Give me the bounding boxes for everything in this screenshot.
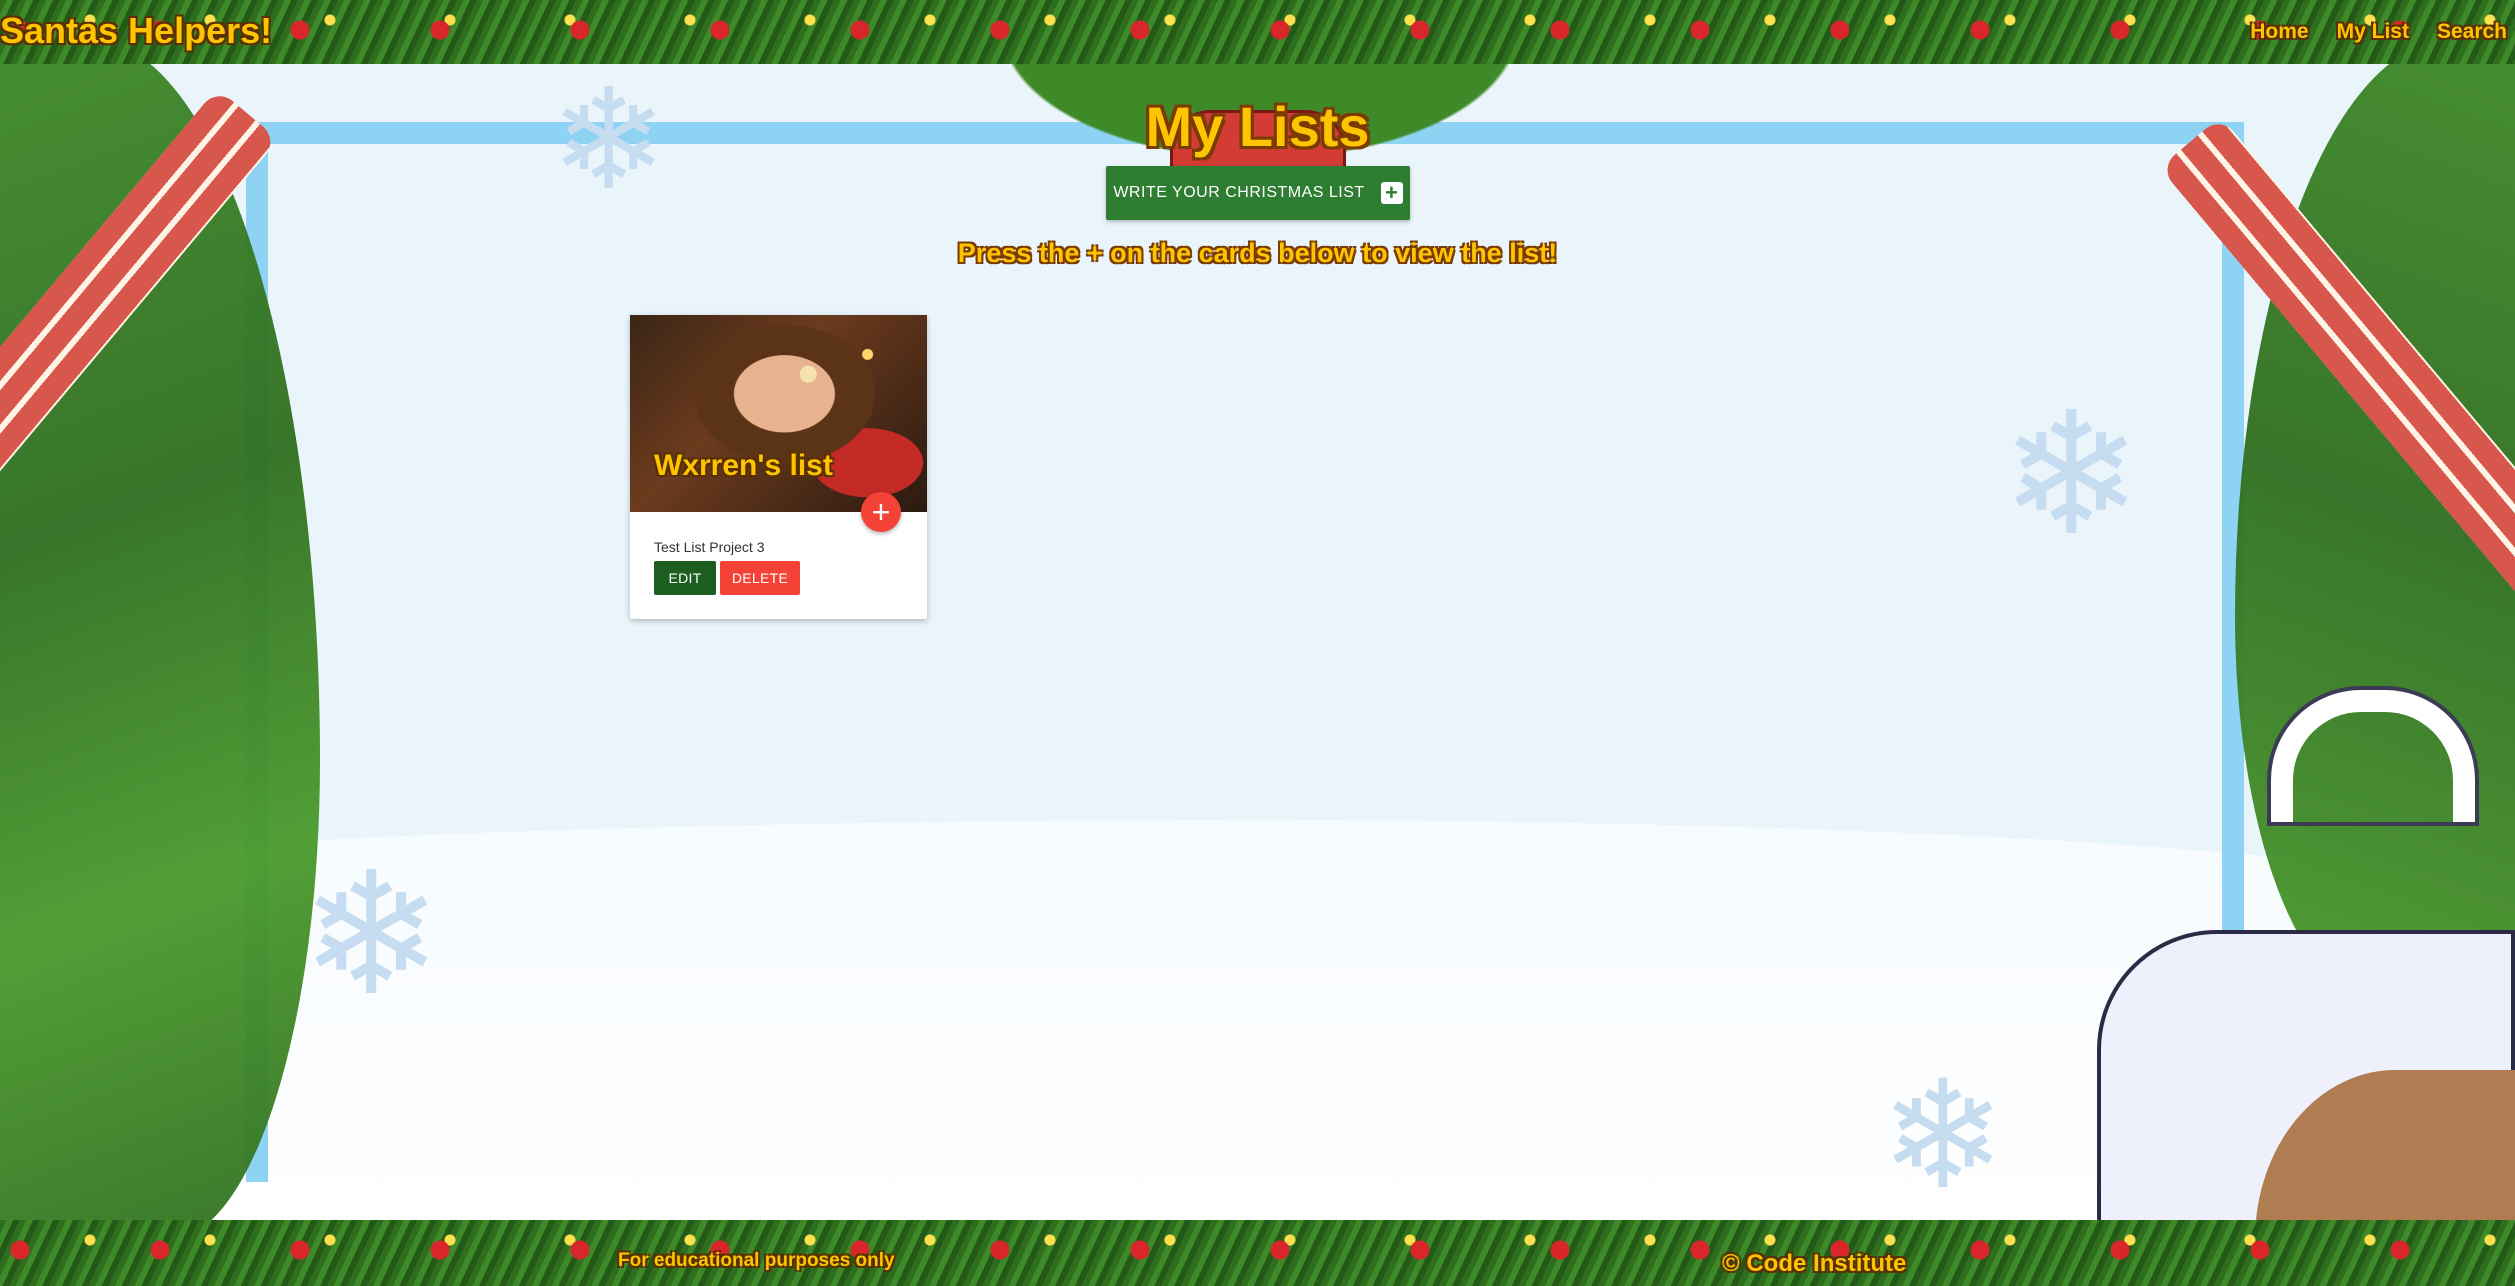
edit-button[interactable]: EDIT — [654, 561, 716, 595]
main-content: My Lists WRITE YOUR CHRISTMAS LIST + Pre… — [0, 64, 2515, 1220]
top-navbar: Santas Helpers! Home My List Search — [0, 0, 2515, 64]
list-card-description: Test List Project 3 — [654, 539, 765, 555]
view-list-button[interactable]: + — [861, 492, 901, 532]
list-card-title: Wxrren's list — [654, 449, 833, 482]
plus-icon: + — [871, 494, 891, 530]
footer-copyright: © Code Institute — [1722, 1250, 1907, 1277]
nav-home[interactable]: Home — [2250, 20, 2308, 44]
footer: For educational purposes only © Code Ins… — [0, 1220, 2515, 1286]
delete-button[interactable]: DELETE — [720, 561, 800, 595]
brand-logo[interactable]: Santas Helpers! — [0, 10, 272, 52]
write-christmas-list-button[interactable]: WRITE YOUR CHRISTMAS LIST + — [1106, 166, 1410, 220]
instruction-text: Press the + on the cards below to view t… — [957, 238, 1558, 268]
list-card-image: Wxrren's list — [630, 315, 927, 512]
page-title: My Lists — [1145, 95, 1370, 158]
nav-links: Home My List Search — [2250, 20, 2507, 44]
nav-my-list[interactable]: My List — [2337, 20, 2409, 44]
list-card: Wxrren's list + Test List Project 3 EDIT… — [630, 315, 927, 619]
nav-search[interactable]: Search — [2437, 20, 2507, 44]
list-card-actions: EDIT DELETE — [654, 561, 800, 595]
footer-disclaimer: For educational purposes only — [618, 1250, 895, 1271]
plus-square-icon: + — [1380, 180, 1403, 205]
write-button-label: WRITE YOUR CHRISTMAS LIST — [1113, 184, 1365, 201]
